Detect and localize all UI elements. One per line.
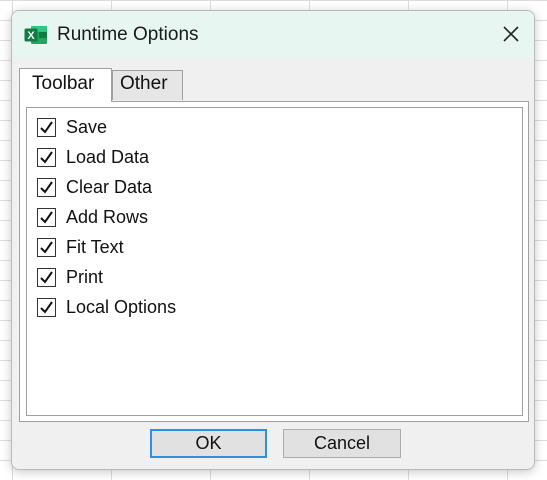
tab-toolbar-label: Toolbar [32,73,95,94]
excel-icon-letter: X [27,30,35,42]
fit-text-checkbox[interactable] [37,237,56,257]
option-local-options[interactable]: Local Options [37,294,176,320]
options-list[interactable]: Save Load Data Clear Data Add Rows Fit T… [26,107,523,416]
title-bar: X Runtime Options [12,11,534,58]
checkmark-icon [40,150,53,164]
local-options-checkbox[interactable] [37,297,56,317]
option-label: Fit Text [66,236,124,257]
option-label: Add Rows [66,206,149,227]
option-label: Load Data [66,146,150,167]
option-print[interactable]: Print [37,264,103,290]
option-save[interactable]: Save [37,114,107,140]
checkmark-icon [40,300,53,314]
tab-other-label: Other [120,73,168,94]
option-load-data[interactable]: Load Data [37,144,149,170]
tab-other[interactable]: Other [112,70,183,100]
checkmark-icon [40,120,53,134]
clear-data-checkbox[interactable] [37,177,56,197]
option-label: Print [66,266,104,287]
checkmark-icon [40,180,53,194]
save-checkbox[interactable] [37,117,56,137]
toolbar-tab-panel: Save Load Data Clear Data Add Rows Fit T… [19,101,529,422]
ok-button[interactable]: OK [150,429,267,458]
cancel-button[interactable]: Cancel [283,429,401,458]
print-checkbox[interactable] [37,267,56,287]
excel-icon: X [24,26,47,44]
load-data-checkbox[interactable] [37,147,56,167]
checkmark-icon [40,270,53,284]
close-button[interactable] [498,21,524,47]
option-label: Clear Data [66,176,153,197]
checkmark-icon [40,210,53,224]
option-label: Save [66,116,108,137]
window-title: Runtime Options [57,24,199,45]
option-clear-data[interactable]: Clear Data [37,174,152,200]
close-icon [503,26,519,42]
checkmark-icon [40,240,53,254]
option-fit-text[interactable]: Fit Text [37,234,124,260]
option-add-rows[interactable]: Add Rows [37,204,148,230]
tab-toolbar[interactable]: Toolbar [19,68,112,102]
option-label: Local Options [66,296,177,317]
add-rows-checkbox[interactable] [37,207,56,227]
runtime-options-dialog: X Runtime Options Toolbar Other Save Loa… [11,10,535,470]
